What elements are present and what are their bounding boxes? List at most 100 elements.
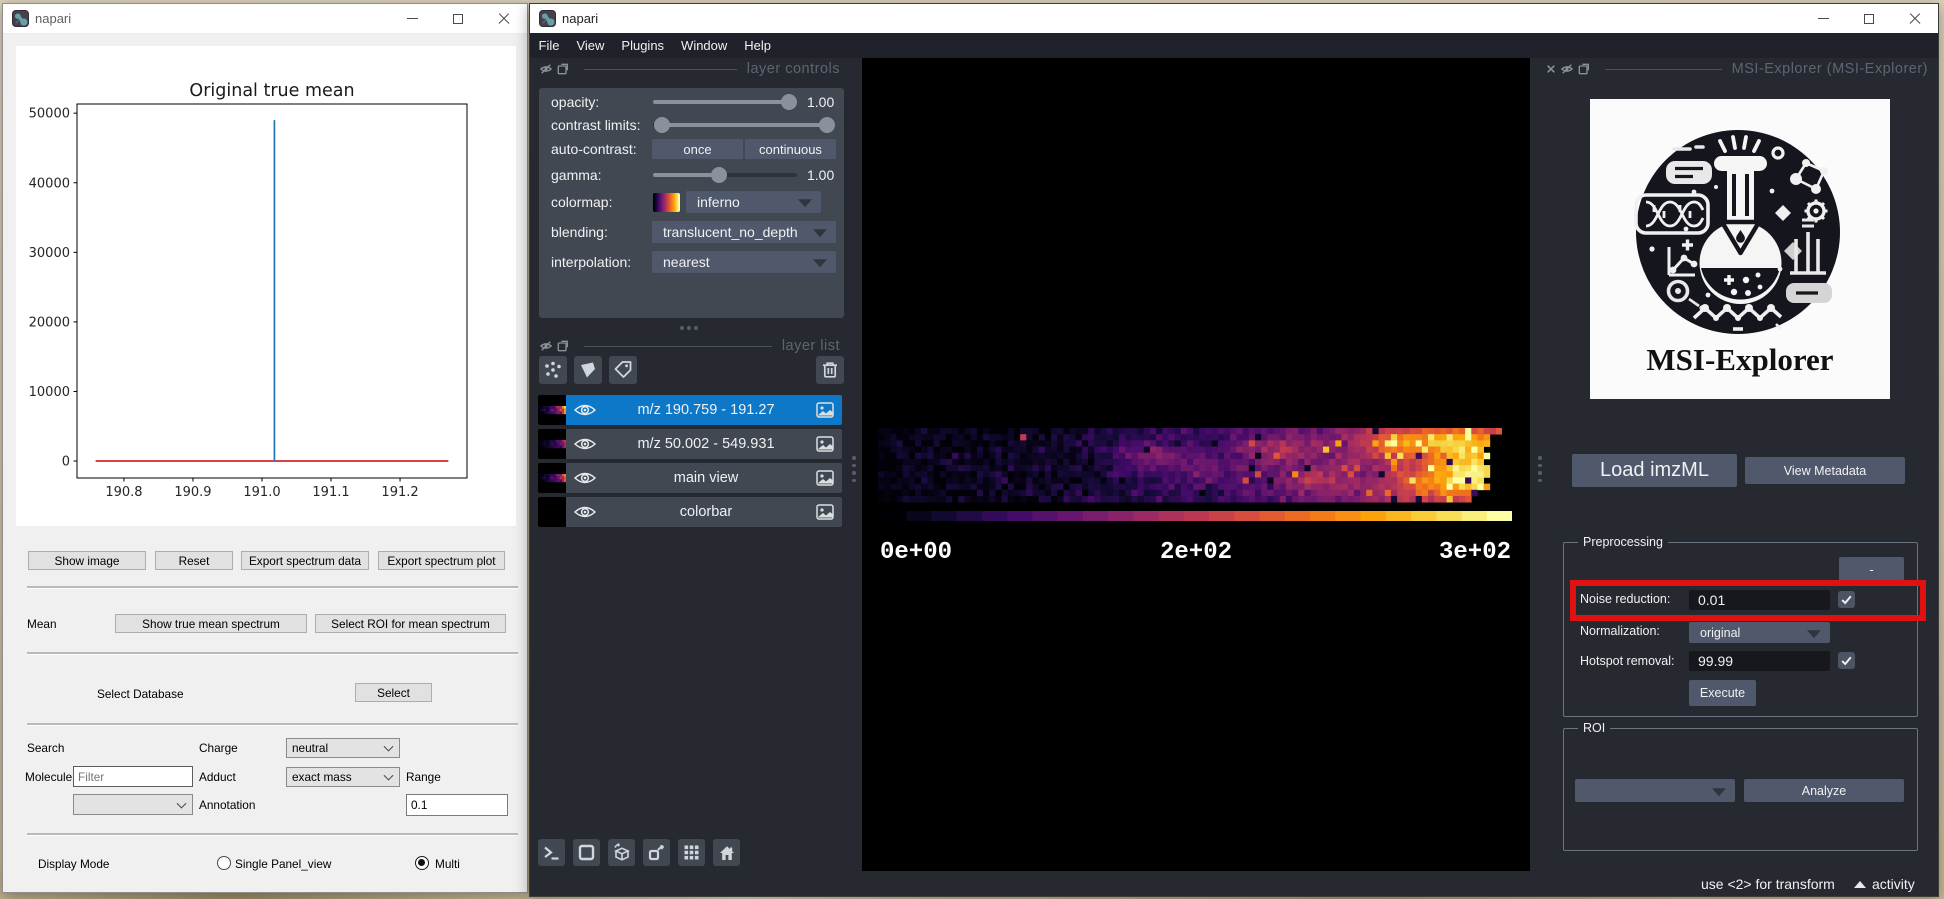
view-metadata-button[interactable]: View Metadata xyxy=(1745,457,1905,484)
home-button[interactable] xyxy=(713,839,740,866)
show-image-button[interactable]: Show image xyxy=(28,551,146,570)
export-spectrum-data-button[interactable]: Export spectrum data xyxy=(241,551,369,570)
new-points-layer-button[interactable] xyxy=(539,356,567,384)
roll-cube-icon xyxy=(614,843,630,861)
roi-combobox[interactable] xyxy=(1575,779,1735,802)
layer-row-2[interactable]: main view xyxy=(538,463,842,493)
transform-hint: use <2> for transform xyxy=(1701,876,1835,892)
grid-view-button[interactable] xyxy=(678,839,705,866)
activity-arrow-icon xyxy=(1854,880,1866,888)
export-spectrum-plot-button[interactable]: Export spectrum plot xyxy=(378,551,505,570)
show-true-mean-button[interactable]: Show true mean spectrum xyxy=(115,614,307,633)
colormap-value: inferno xyxy=(697,194,740,210)
layer-thumbnail xyxy=(538,429,567,459)
transpose-button[interactable] xyxy=(643,839,670,866)
colorbar-tick-1: 2e+02 xyxy=(1159,539,1233,566)
right-maximize-button[interactable] xyxy=(1846,4,1892,33)
canvas-splitter-right[interactable] xyxy=(1538,456,1542,482)
select-database-button[interactable]: Select xyxy=(355,683,432,702)
left-close-button[interactable] xyxy=(481,4,527,33)
dock-resize-handle[interactable] xyxy=(680,326,698,330)
left-maximize-button[interactable] xyxy=(435,4,481,33)
normalization-combobox[interactable]: original xyxy=(1689,622,1830,643)
display-mode-label: Display Mode xyxy=(38,857,110,871)
range-input[interactable] xyxy=(406,794,508,816)
image-layer-type-icon xyxy=(816,436,834,452)
right-minimize-button[interactable] xyxy=(1800,4,1846,33)
home-icon xyxy=(719,845,734,860)
noise-reduction-input[interactable]: 0.01 xyxy=(1689,590,1830,610)
interpolation-combobox[interactable]: nearest xyxy=(652,251,836,273)
new-shapes-layer-button[interactable] xyxy=(574,356,602,384)
adduct-combobox[interactable]: exact mass xyxy=(286,767,400,787)
right-titlebar[interactable]: napari xyxy=(530,4,1938,33)
auto-contrast-once-button[interactable]: once xyxy=(652,139,743,159)
layer-visibility-eye-icon[interactable] xyxy=(573,436,597,452)
float-dock-icon[interactable] xyxy=(1578,63,1590,75)
left-minimize-button[interactable] xyxy=(389,4,435,33)
opacity-value: 1.00 xyxy=(807,94,835,110)
gamma-value: 1.00 xyxy=(807,167,835,183)
hotspot-removal-checkbox[interactable] xyxy=(1838,652,1855,669)
canvas-splitter-left[interactable] xyxy=(852,456,856,482)
colorbar-image xyxy=(881,511,1512,521)
float-dock-icon[interactable] xyxy=(557,340,569,352)
charge-label: Charge xyxy=(199,741,238,755)
hotspot-removal-input[interactable]: 99.99 xyxy=(1689,651,1830,671)
hide-dock-icon[interactable] xyxy=(540,340,552,352)
right-close-button[interactable] xyxy=(1892,4,1938,33)
divider xyxy=(584,345,772,347)
normalization-label: Normalization: xyxy=(1580,624,1660,638)
menu-window[interactable]: Window xyxy=(673,38,736,53)
charge-combobox[interactable]: neutral xyxy=(286,738,400,758)
roll-dimensions-button[interactable] xyxy=(608,839,635,866)
auto-contrast-continuous-button[interactable]: continuous xyxy=(745,139,836,159)
svg-text:50000: 50000 xyxy=(29,107,70,122)
hide-dock-icon[interactable] xyxy=(1561,63,1573,75)
image-layer-type-icon xyxy=(816,504,834,520)
multi-radio[interactable] xyxy=(415,856,429,870)
single-panel-radio[interactable] xyxy=(217,856,231,870)
close-dock-icon[interactable] xyxy=(1546,64,1556,74)
opacity-label: opacity: xyxy=(551,94,600,110)
left-titlebar[interactable]: napari xyxy=(3,4,527,34)
execute-button[interactable]: Execute xyxy=(1689,680,1756,706)
menu-view[interactable]: View xyxy=(568,38,613,53)
delete-layer-button[interactable] xyxy=(816,356,844,384)
viewer-canvas[interactable]: 0e+00 2e+02 3e+02 xyxy=(862,58,1530,871)
activity-button[interactable]: activity xyxy=(1854,876,1915,892)
layer-row-3[interactable]: colorbar xyxy=(538,497,842,527)
check-icon xyxy=(1841,656,1852,666)
layer-visibility-eye-icon[interactable] xyxy=(573,504,597,520)
menu-file[interactable]: File xyxy=(530,38,568,53)
noise-reduction-checkbox[interactable] xyxy=(1838,591,1855,608)
contrast-low-handle[interactable] xyxy=(654,117,670,133)
gamma-label: gamma: xyxy=(551,167,602,183)
msi-panel-title: MSI-Explorer (MSI-Explorer) xyxy=(1731,61,1928,77)
analyze-button[interactable]: Analyze xyxy=(1744,779,1904,802)
molecule-input[interactable] xyxy=(73,766,193,787)
spectrum-window: napari Original true mean 0 10000 20000 3000… xyxy=(2,3,528,893)
contrast-high-handle[interactable] xyxy=(819,117,835,133)
layer-row-0[interactable]: m/z 190.759 - 191.27 xyxy=(538,395,842,425)
hide-dock-icon[interactable] xyxy=(540,63,552,75)
console-button[interactable] xyxy=(538,839,565,866)
blending-combobox[interactable]: translucent_no_depth xyxy=(652,221,836,243)
load-imzml-button[interactable]: Load imzML xyxy=(1572,454,1737,487)
gamma-slider-handle[interactable] xyxy=(711,167,727,183)
opacity-slider-handle[interactable] xyxy=(781,94,797,110)
ndisplay-toggle-button[interactable] xyxy=(573,839,600,866)
menu-plugins[interactable]: Plugins xyxy=(613,38,673,53)
colormap-combobox[interactable]: inferno xyxy=(686,191,821,213)
layer-visibility-eye-icon[interactable] xyxy=(573,470,597,486)
chevron-down-icon xyxy=(383,741,394,752)
float-dock-icon[interactable] xyxy=(557,63,569,75)
select-roi-mean-button[interactable]: Select ROI for mean spectrum xyxy=(315,614,506,633)
new-labels-layer-button[interactable] xyxy=(609,356,637,384)
menu-help[interactable]: Help xyxy=(736,38,780,53)
collapse-button[interactable]: - xyxy=(1839,557,1904,581)
molecule-result-combobox[interactable] xyxy=(73,794,193,815)
reset-button[interactable]: Reset xyxy=(155,551,233,570)
layer-visibility-eye-icon[interactable] xyxy=(573,402,597,418)
layer-row-1[interactable]: m/z 50.002 - 549.931 xyxy=(538,429,842,459)
